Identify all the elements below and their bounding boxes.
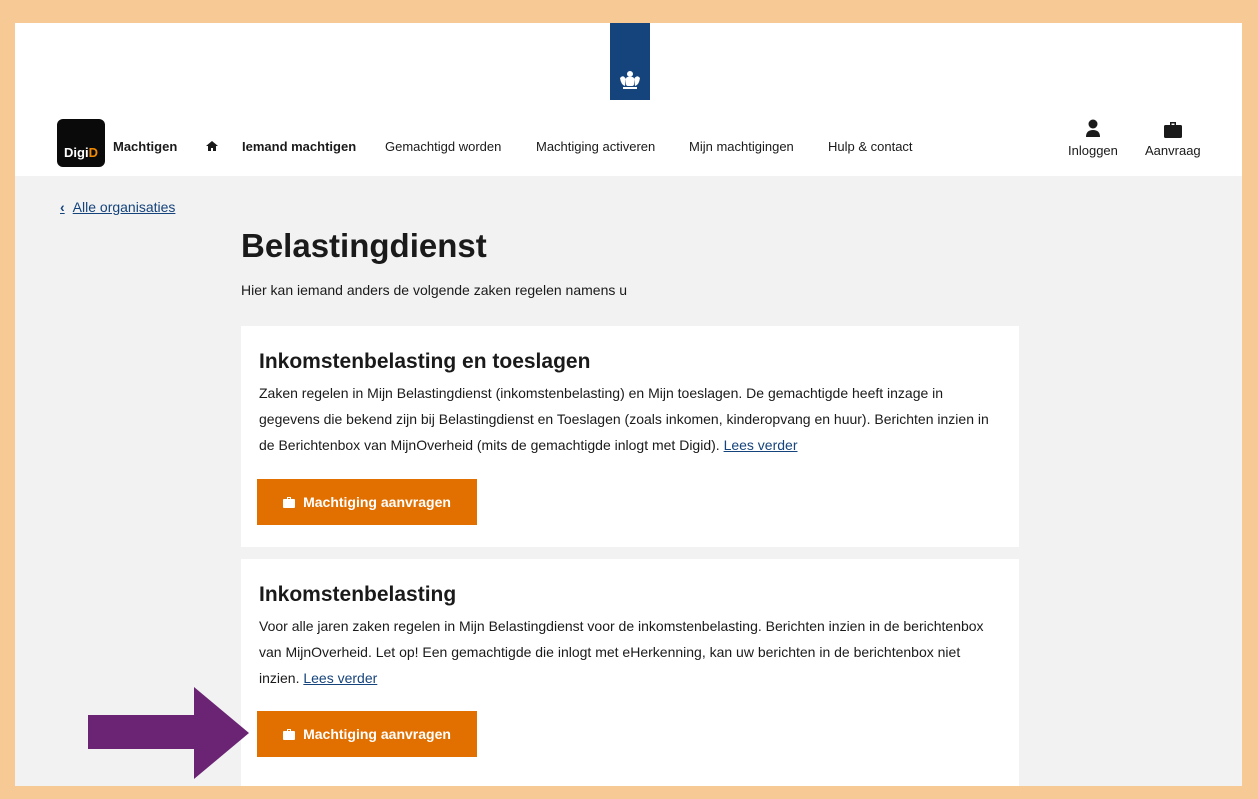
nav-iemand-machtigen[interactable]: Iemand machtigen [242,139,356,154]
app-name[interactable]: Machtigen [113,139,177,154]
page-title: Belastingdienst [241,227,487,264]
request-authorization-button[interactable]: Machtiging aanvragen [257,479,477,525]
user-icon [1085,119,1100,137]
service-card: Inkomstenbelasting en toeslagen Zaken re… [241,326,1019,547]
back-link-label: Alle organisaties [72,199,176,215]
nav-machtiging-activeren[interactable]: Machtiging activeren [536,139,655,154]
logo-text-digi: Digi [64,145,89,160]
briefcase-icon [283,728,296,740]
intro-text: Hier kan iemand anders de volgende zaken… [241,282,628,298]
read-more-link[interactable]: Lees verder [724,437,798,453]
back-link[interactable]: ‹ Alle organisaties [60,199,175,215]
main-navigation: Digi D Machtigen Iemand machtigen Gemacht… [15,119,1242,171]
pointer-arrow-icon [88,687,249,779]
chevron-left-icon: ‹ [60,199,65,215]
card-title: Inkomstenbelasting [259,583,457,606]
request-button[interactable]: Aanvraag [1145,119,1201,158]
button-label: Machtiging aanvragen [303,494,451,510]
card-text: Zaken regelen in Mijn Belastingdienst (i… [259,385,989,453]
briefcase-icon [283,496,296,508]
home-icon[interactable] [205,139,219,153]
logo-text-d: D [88,145,98,160]
nav-gemachtigd-worden[interactable]: Gemachtigd worden [385,139,501,154]
login-label: Inloggen [1068,143,1118,158]
button-label: Machtiging aanvragen [303,726,451,742]
request-label: Aanvraag [1145,143,1201,158]
request-authorization-button[interactable]: Machtiging aanvragen [257,711,477,757]
card-description: Voor alle jaren zaken regelen in Mijn Be… [259,613,1001,691]
rijksoverheid-logo [610,23,650,100]
nav-mijn-machtigingen[interactable]: Mijn machtigingen [689,139,794,154]
digid-logo[interactable]: Digi D [57,119,105,167]
browser-frame: Digi D Machtigen Iemand machtigen Gemacht… [15,23,1242,786]
briefcase-icon [1163,122,1182,138]
coat-of-arms-icon [615,68,645,92]
card-description: Zaken regelen in Mijn Belastingdienst (i… [259,380,1001,458]
site-header: Digi D Machtigen Iemand machtigen Gemacht… [15,23,1242,176]
login-button[interactable]: Inloggen [1068,119,1118,158]
read-more-link[interactable]: Lees verder [303,670,377,686]
service-card: Inkomstenbelasting Voor alle jaren zaken… [241,559,1019,786]
card-title: Inkomstenbelasting en toeslagen [259,350,591,373]
nav-hulp-contact[interactable]: Hulp & contact [828,139,913,154]
